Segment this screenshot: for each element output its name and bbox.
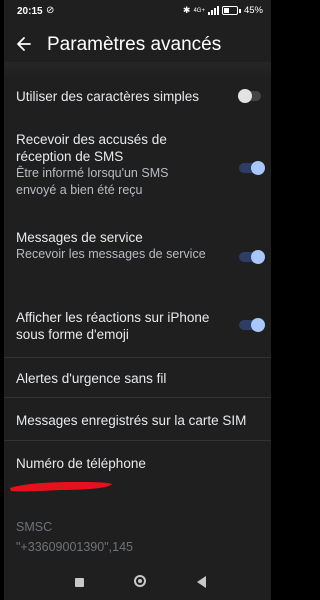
battery-tip bbox=[238, 8, 241, 13]
divider bbox=[4, 440, 271, 441]
app-bar: Paramètres avancés bbox=[4, 28, 271, 62]
nav-back-icon[interactable] bbox=[197, 576, 206, 588]
smsc-value[interactable]: "+33609001390",145 bbox=[16, 540, 133, 554]
setting-title: Messages de service bbox=[16, 230, 143, 245]
recent-apps-icon[interactable] bbox=[75, 578, 84, 587]
iphone-reactions-toggle[interactable] bbox=[239, 318, 265, 332]
network-type-label: 4G+ bbox=[193, 7, 205, 14]
home-icon[interactable] bbox=[134, 575, 146, 587]
bluetooth-icon: ✱ bbox=[182, 5, 191, 15]
setting-subtitle: Être informé lorsqu'un SMS envoyé a bien… bbox=[16, 166, 169, 197]
back-arrow-icon[interactable] bbox=[14, 34, 34, 54]
delivery-reports-toggle[interactable] bbox=[239, 161, 265, 175]
setting-title: Utiliser des caractères simples bbox=[16, 89, 200, 104]
setting-simple-characters[interactable]: Utiliser des caractères simples bbox=[16, 88, 261, 105]
setting-title: Recevoir des accusés de réception de SMS bbox=[16, 132, 167, 164]
setting-title: Messages enregistrés sur la carte SIM bbox=[16, 413, 247, 428]
battery-fill bbox=[223, 8, 230, 13]
signal-icon bbox=[207, 6, 219, 15]
status-time: 20:15 bbox=[17, 6, 43, 17]
setting-phone-number[interactable]: Numéro de téléphone bbox=[16, 455, 259, 472]
smsc-label: SMSC bbox=[16, 520, 53, 534]
setting-title: Alertes d'urgence sans fil bbox=[16, 371, 167, 386]
status-bar: 20:15 ⊘ ✱ 4G+ 45% bbox=[4, 0, 271, 22]
battery-icon bbox=[221, 6, 238, 15]
phone-screen: 20:15 ⊘ ✱ 4G+ 45% Paramètres avancés Uti… bbox=[4, 0, 271, 600]
redaction-scribble bbox=[10, 482, 112, 492]
setting-emergency-alerts[interactable]: Alertes d'urgence sans fil bbox=[16, 370, 259, 387]
status-icons: ✱ 4G+ 45% bbox=[183, 5, 263, 16]
service-messages-toggle[interactable] bbox=[239, 250, 265, 264]
data-saver-icon: ⊘ bbox=[46, 5, 55, 16]
setting-sim-messages[interactable]: Messages enregistrés sur la carte SIM bbox=[16, 412, 259, 429]
divider bbox=[4, 357, 271, 358]
setting-service-messages[interactable]: Messages de service Recevoir les message… bbox=[16, 229, 265, 264]
setting-subtitle: Recevoir les messages de service bbox=[16, 247, 206, 261]
divider bbox=[4, 397, 271, 398]
setting-title: Afficher les réactions sur iPhone sous f… bbox=[16, 310, 210, 342]
setting-iphone-reactions[interactable]: Afficher les réactions sur iPhone sous f… bbox=[16, 309, 265, 343]
system-nav-bar bbox=[4, 566, 271, 600]
scroll-shadow bbox=[4, 62, 271, 78]
setting-title: Numéro de téléphone bbox=[16, 456, 146, 471]
setting-delivery-reports[interactable]: Recevoir des accusés de réception de SMS… bbox=[16, 131, 265, 199]
battery-percent: 45% bbox=[243, 5, 263, 16]
page-title: Paramètres avancés bbox=[47, 34, 222, 55]
simple-characters-toggle[interactable] bbox=[238, 89, 263, 103]
